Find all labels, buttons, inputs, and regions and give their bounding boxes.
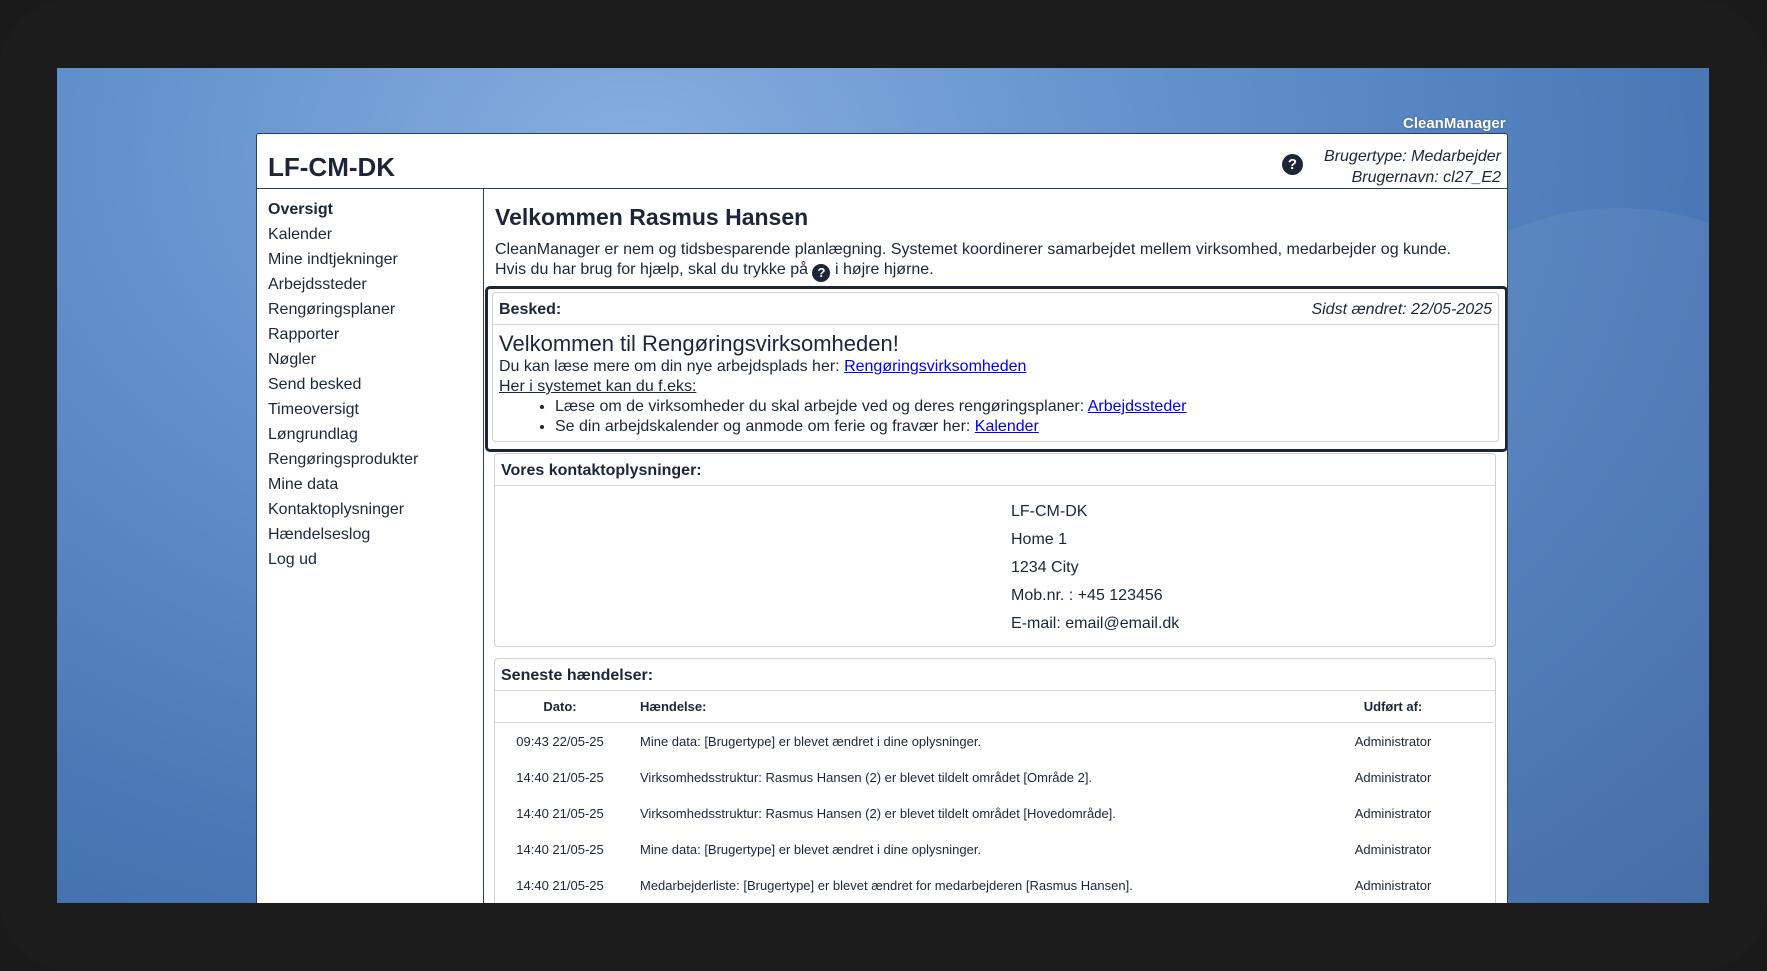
sidebar-item-arbejdssteder[interactable]: Arbejdssteder — [268, 272, 483, 297]
device-frame: CleanManager LF-CM-DK ? Brugertype: Meda… — [0, 0, 1767, 971]
bullet-2-text: Se din arbejdskalender og anmode om feri… — [555, 418, 971, 435]
sidebar-menu: Oversigt Kalender Mine indtjekninger Arb… — [257, 188, 483, 572]
event-date: 14:40 21/05-25 — [516, 841, 604, 857]
contact-company: LF-CM-DK — [1011, 503, 1088, 520]
desktop-background: CleanManager LF-CM-DK ? Brugertype: Meda… — [57, 68, 1709, 903]
sidebar-item-rapporter[interactable]: Rapporter — [268, 322, 483, 347]
sidebar-item-oversigt[interactable]: Oversigt — [268, 197, 483, 222]
contact-lines: LF-CM-DK Home 1 1234 City Mob.nr. : +45 … — [1011, 498, 1179, 638]
event-text: Virksomhedsstruktur: Rasmus Hansen (2) e… — [640, 769, 1093, 785]
calendar-link[interactable]: Kalender — [975, 418, 1039, 435]
message-heading: Velkommen til Rengøringsvirksomheden! — [499, 331, 899, 356]
system-intro: Her i systemet kan du f.eks: — [499, 378, 697, 395]
help-inline-icon: ? — [812, 264, 831, 282]
bullet-item: Se din arbejdskalender og anmode om feri… — [555, 417, 1492, 437]
contact-city: 1234 City — [1011, 559, 1079, 576]
contact-header: Vores kontaktoplysninger: — [495, 454, 1495, 486]
sidebar-item-kontaktoplysninger[interactable]: Kontaktoplysninger — [268, 497, 483, 522]
page-title: LF-CM-DK — [268, 152, 396, 182]
col-by: Udført af: — [1293, 691, 1493, 723]
contact-email: E-mail: email@email.dk — [1011, 615, 1180, 632]
welcome-title: Velkommen Rasmus Hansen — [495, 204, 809, 230]
message-label: Besked: — [499, 301, 562, 318]
sidebar-item-log-ud[interactable]: Log ud — [268, 547, 483, 572]
app-window: LF-CM-DK ? Brugertype: Medarbejder Bruge… — [256, 133, 1508, 903]
event-text: Mine data: [Brugertype] er blevet ændret… — [640, 733, 982, 749]
username: Brugernavn: cl27_E2 — [1351, 169, 1501, 186]
contact-phone: Mob.nr. : +45 123456 — [1011, 587, 1163, 604]
event-text: Mine data: [Brugertype] er blevet ændret… — [640, 841, 982, 857]
message-read-more: Du kan læse mere om din nye arbejdsplads… — [499, 357, 1492, 377]
event-date: 14:40 21/05-25 — [516, 769, 604, 785]
sidebar-item-mine-indtjekninger[interactable]: Mine indtjekninger — [268, 247, 483, 272]
col-date: Dato: — [495, 691, 625, 723]
events-table-header: Dato: Hændelse: Udført af: — [495, 691, 1493, 723]
table-row: 14:40 21/05-25 Mine data: [Brugertype] e… — [495, 831, 1493, 867]
message-bullets: Læse om de virksomheder du skal arbejde … — [499, 397, 1492, 437]
sidebar-item-timeoversigt[interactable]: Timeoversigt — [268, 397, 483, 422]
message-last-changed: Sidst ændret: 22/05-2025 — [1311, 301, 1492, 318]
col-event: Hændelse: — [625, 691, 1293, 723]
sidebar-item-mine-data[interactable]: Mine data — [268, 472, 483, 497]
contact-box: Vores kontaktoplysninger: LF-CM-DK Home … — [494, 453, 1496, 647]
event-by: Administrator — [1354, 733, 1432, 749]
bullet-1-text: Læse om de virksomheder du skal arbejde … — [555, 398, 1085, 415]
table-row: 14:40 21/05-25 Virksomhedsstruktur: Rasm… — [495, 759, 1493, 795]
sidebar: Oversigt Kalender Mine indtjekninger Arb… — [257, 188, 484, 903]
table-row: 14:40 21/05-25 Virksomhedsstruktur: Rasm… — [495, 795, 1493, 831]
message-body: Velkommen til Rengøringsvirksomheden! Du… — [493, 325, 1498, 437]
event-date: 14:40 21/05-25 — [516, 805, 604, 821]
message-box: Besked: Sidst ændret: 22/05-2025 Velkomm… — [492, 292, 1499, 442]
sidebar-item-kalender[interactable]: Kalender — [268, 222, 483, 247]
sidebar-item-send-besked[interactable]: Send besked — [268, 372, 483, 397]
event-by: Administrator — [1354, 841, 1432, 857]
event-date: 09:43 22/05-25 — [516, 733, 604, 749]
intro-text: CleanManager er nem og tidsbesparende pl… — [495, 240, 1505, 282]
contact-address: Home 1 — [1011, 531, 1068, 548]
table-row: 14:40 21/05-25 Medarbejderliste: [Bruger… — [495, 867, 1493, 903]
intro-line-1: CleanManager er nem og tidsbesparende pl… — [495, 241, 1452, 258]
sidebar-item-longrundlag[interactable]: Løngrundlag — [268, 422, 483, 447]
table-row: 09:43 22/05-25 Mine data: [Brugertype] e… — [495, 723, 1493, 760]
event-by: Administrator — [1354, 769, 1432, 785]
event-text: Medarbejderliste: [Brugertype] er blevet… — [640, 877, 1133, 893]
intro-line-2-post: i højre hjørne. — [834, 261, 934, 278]
event-by: Administrator — [1354, 877, 1432, 893]
contact-label: Vores kontaktoplysninger: — [501, 462, 702, 479]
read-more-text: Du kan læse mere om din nye arbejdsplads… — [499, 358, 840, 375]
workplaces-link[interactable]: Arbejdssteder — [1088, 398, 1187, 415]
bullet-item: Læse om de virksomheder du skal arbejde … — [555, 397, 1492, 417]
events-box: Seneste hændelser: Dato: Hændelse: Udfør… — [494, 658, 1496, 903]
help-icon[interactable]: ? — [1282, 154, 1303, 175]
brand-label: CleanManager — [1403, 115, 1506, 132]
company-link[interactable]: Rengøringsvirksomheden — [844, 358, 1026, 375]
user-info: Brugertype: Medarbejder Brugernavn: cl27… — [1324, 146, 1501, 188]
events-table: Dato: Hændelse: Udført af: 09:43 22/05-2… — [495, 691, 1493, 903]
sidebar-item-nogler[interactable]: Nøgler — [268, 347, 483, 372]
event-by: Administrator — [1354, 805, 1432, 821]
intro-line-2-pre: Hvis du har brug for hjælp, skal du tryk… — [495, 261, 809, 278]
sidebar-item-haendelseslog[interactable]: Hændelseslog — [268, 522, 483, 547]
user-type: Brugertype: Medarbejder — [1324, 148, 1501, 165]
events-header: Seneste hændelser: — [495, 659, 1495, 691]
header: LF-CM-DK ? Brugertype: Medarbejder Bruge… — [257, 134, 1507, 189]
message-highlight: Besked: Sidst ændret: 22/05-2025 Velkomm… — [485, 286, 1507, 452]
events-label: Seneste hændelser: — [501, 667, 654, 684]
sidebar-item-rengoringsplaner[interactable]: Rengøringsplaner — [268, 297, 483, 322]
message-header: Besked: Sidst ændret: 22/05-2025 — [493, 293, 1498, 325]
sidebar-item-rengoringsprodukter[interactable]: Rengøringsprodukter — [268, 447, 483, 472]
intro-line-2: Hvis du har brug for hjælp, skal du tryk… — [495, 260, 1505, 282]
event-text: Virksomhedsstruktur: Rasmus Hansen (2) e… — [640, 805, 1116, 821]
event-date: 14:40 21/05-25 — [516, 877, 604, 893]
